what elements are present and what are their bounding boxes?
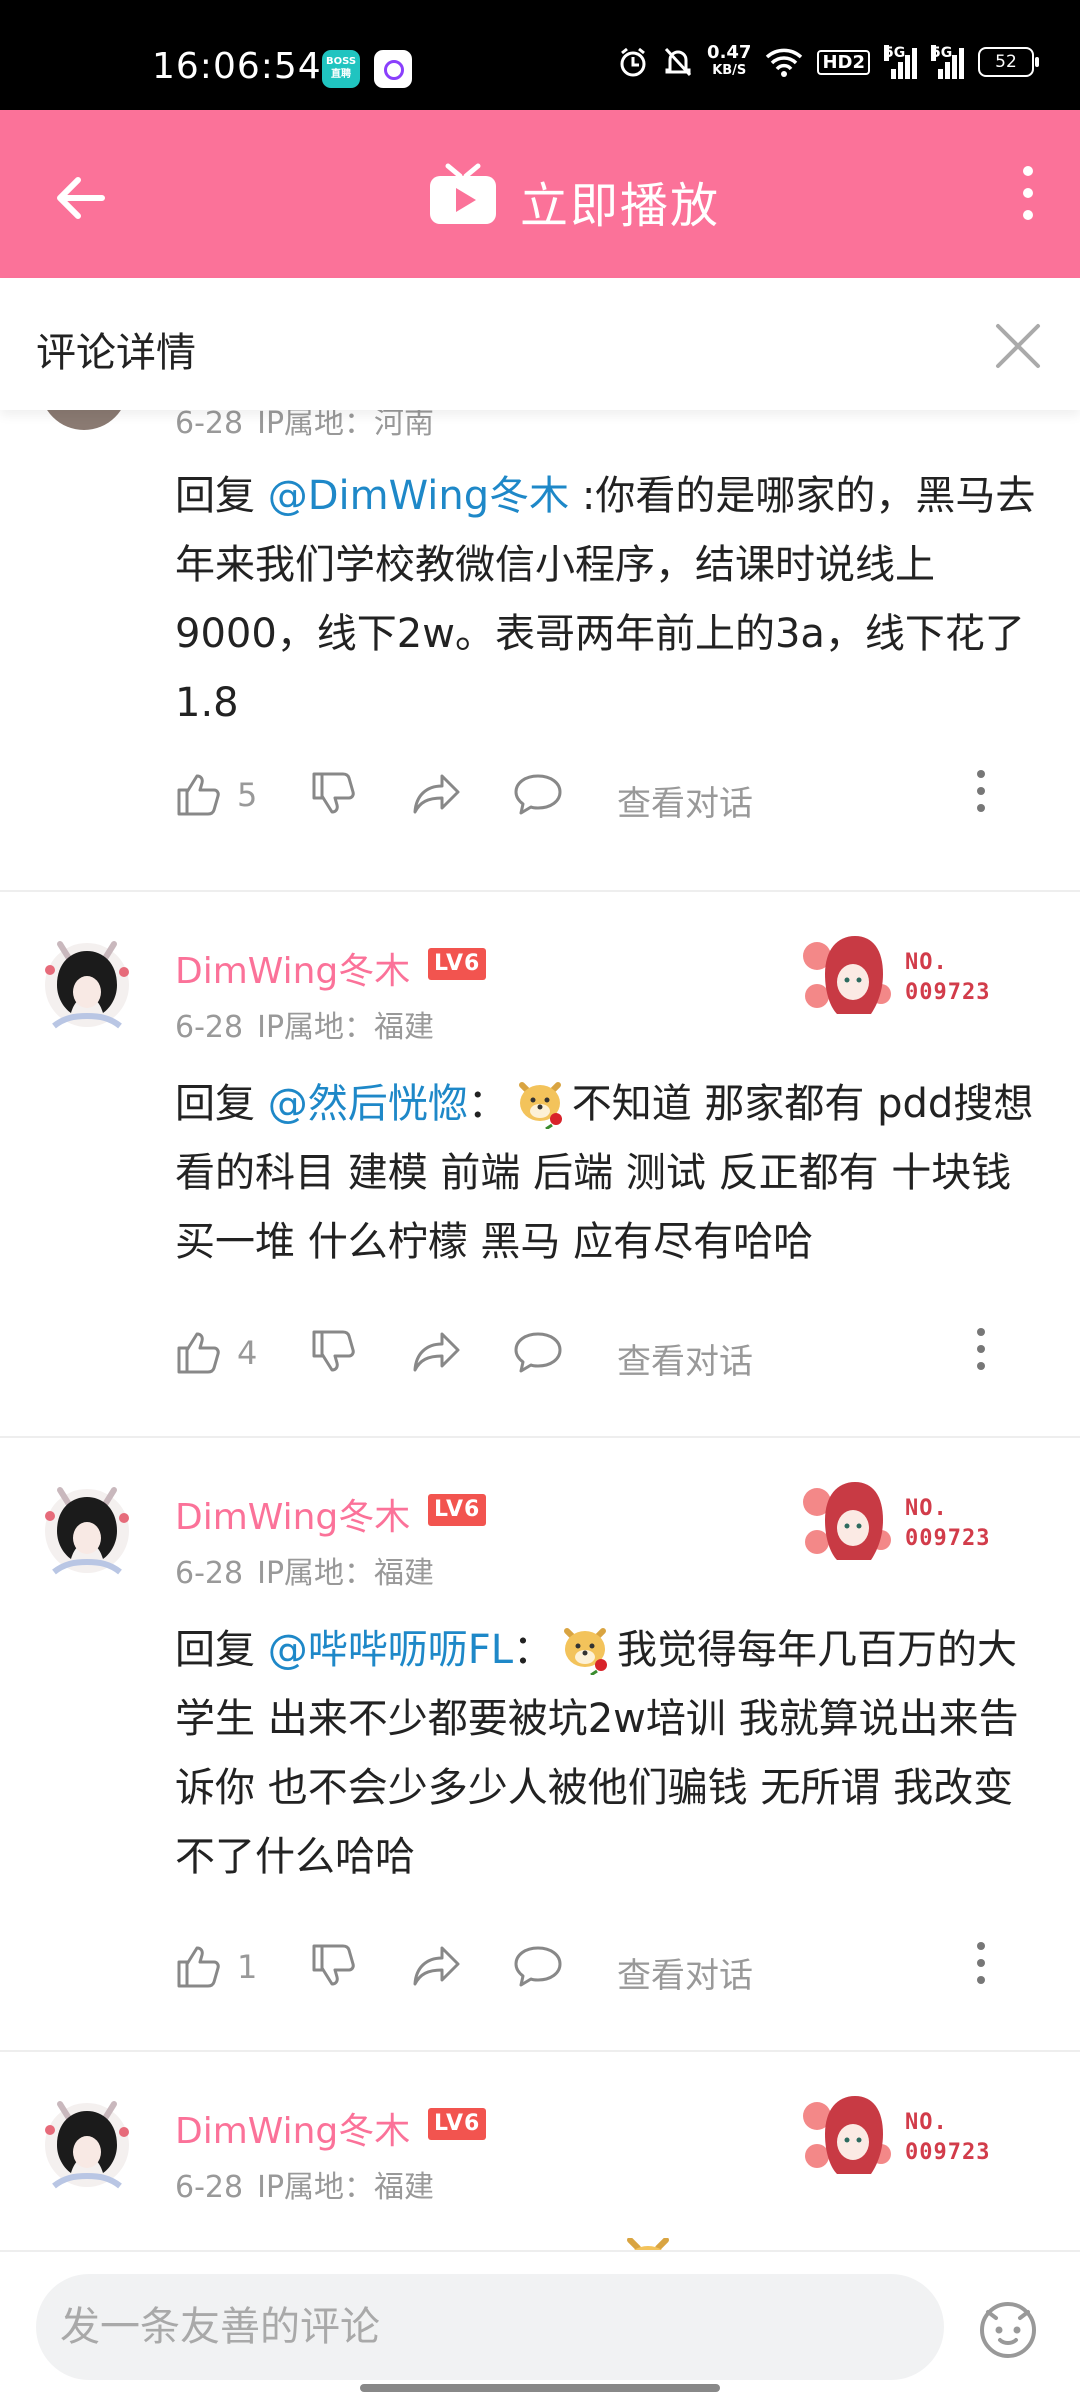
level-badge: LV6 [428, 1494, 487, 1526]
app-header: 立即播放 [0, 110, 1080, 278]
like-count: 4 [237, 1334, 258, 1372]
reply-bubble-icon[interactable] [513, 1944, 563, 1988]
like-count: 5 [237, 776, 258, 814]
like-icon[interactable] [175, 770, 223, 818]
signal-5g-1-icon: 5G [884, 45, 917, 79]
mention-link[interactable]: @DimWing冬木 [268, 473, 569, 519]
dislike-icon[interactable] [310, 1942, 358, 1990]
home-indicator[interactable] [360, 2384, 720, 2392]
wifi-icon [766, 48, 803, 77]
tv-play-icon [430, 163, 496, 224]
mention-link[interactable]: @然后恍惚 [268, 1081, 468, 1127]
avatar[interactable] [32, 1476, 142, 1586]
play-now-title[interactable]: 立即播放 [520, 166, 720, 236]
comment-meta: 6-28 IP属地：福建 [175, 1010, 435, 1045]
reply-bubble-icon[interactable] [513, 772, 563, 816]
panel-title: 评论详情 [36, 330, 196, 376]
doge-rose-emoji-icon [518, 1082, 562, 1129]
back-arrow-icon[interactable] [50, 168, 110, 228]
username[interactable]: DimWing冬木 [175, 942, 410, 994]
fan-card-badge[interactable]: NO. 009723 [795, 2086, 1000, 2186]
fan-card-avatar-icon [803, 2096, 891, 2174]
emoji-picker-icon[interactable] [976, 2296, 1040, 2360]
username[interactable]: DimWing冬木 [175, 1488, 410, 1540]
fan-card-number: NO. 009723 [905, 1496, 991, 1551]
dislike-icon[interactable] [310, 770, 358, 818]
fan-card-avatar-icon [803, 936, 891, 1014]
comment-input-bar [0, 2250, 1080, 2402]
share-icon[interactable] [412, 1330, 462, 1374]
doge-rose-emoji-icon [564, 1628, 608, 1675]
comment-detail-header: 评论详情 [0, 278, 1080, 410]
comment-text: 回复 @然后恍惚： 不知道 那家都有 pdd搜想看的科目 建模 前端 后端 测试 … [175, 1070, 1045, 1277]
hd-badge: HD2 [817, 49, 870, 75]
comment-actions: 5 查看对话 [175, 762, 1015, 825]
level-badge: LV6 [428, 2108, 487, 2140]
username[interactable]: DimWing冬木 [175, 2102, 410, 2154]
mention-link[interactable]: @哔哔呖呖FL [268, 1627, 513, 1673]
dislike-icon[interactable] [310, 1328, 358, 1376]
comment-meta: 6-28 IP属地：福建 [175, 2170, 435, 2205]
comment-input[interactable] [36, 2274, 944, 2380]
fan-card-number: NO. 009723 [905, 950, 991, 1005]
reply-bubble-icon[interactable] [513, 1330, 563, 1374]
fan-card-number: NO. 009723 [905, 2110, 991, 2165]
notification-app-icon [374, 50, 412, 88]
view-conversation-link[interactable]: 查看对话 [617, 1334, 753, 1383]
share-icon[interactable] [412, 1944, 462, 1988]
net-speed: 0.47 KB/S [707, 42, 752, 79]
boss-app-icon: BOSS直聘 [322, 50, 360, 88]
alarm-icon [620, 47, 646, 77]
view-conversation-link[interactable]: 查看对话 [617, 1948, 753, 1997]
divider [0, 2050, 1080, 2052]
comment-actions: 4 查看对话 [175, 1320, 1015, 1383]
like-count: 1 [237, 1948, 258, 1986]
more-vertical-icon[interactable] [975, 1942, 987, 1992]
close-icon[interactable] [992, 320, 1044, 372]
comment-text: 回复 @DimWing冬木 :你看的是哪家的，黑马去年来我们学校教微信小程序，结… [175, 473, 1036, 726]
fan-card-badge[interactable]: NO. 009723 [795, 926, 1000, 1026]
status-time: 16:06:54 [152, 46, 322, 87]
more-vertical-icon[interactable] [975, 770, 987, 820]
avatar[interactable] [32, 2090, 142, 2200]
view-conversation-link[interactable]: 查看对话 [617, 776, 753, 825]
share-icon[interactable] [412, 772, 462, 816]
divider [0, 1436, 1080, 1438]
avatar[interactable] [32, 930, 142, 1040]
like-icon[interactable] [175, 1942, 223, 1990]
doge-emoji-partial-icon [627, 2238, 669, 2250]
status-icons: 0.47 KB/S HD2 5G 5G 52 [617, 42, 1039, 80]
comment-meta: 6-28 IP属地：河南 [175, 410, 435, 441]
mute-bell-icon [664, 47, 692, 77]
more-vertical-icon[interactable] [975, 1328, 987, 1378]
avatar[interactable] [40, 410, 128, 430]
comment-text: 回复 @哔哔呖呖FL： 我觉得每年几百万的大学生 出来不少都要被坑2w培训 我就算… [175, 1616, 1045, 1892]
level-badge: LV6 [428, 948, 487, 980]
like-icon[interactable] [175, 1328, 223, 1376]
status-bar: 16:06:54 BOSS直聘 0.47 KB/S HD2 5G 5G 52 [0, 0, 1080, 110]
more-vertical-icon[interactable] [1018, 166, 1038, 226]
comment-actions: 1 查看对话 [175, 1934, 1015, 1997]
fan-card-badge[interactable]: NO. 009723 [795, 1472, 1000, 1572]
battery-icon: 52 [978, 47, 1039, 77]
comment-meta: 6-28 IP属地：福建 [175, 1556, 435, 1591]
comment-list: 6-28 IP属地：河南 回复 @DimWing冬木 :你看的是哪家的，黑马去年来… [0, 410, 1080, 2250]
fan-card-avatar-icon [803, 1482, 891, 1560]
divider [0, 890, 1080, 892]
signal-5g-2-icon: 5G [931, 45, 964, 79]
